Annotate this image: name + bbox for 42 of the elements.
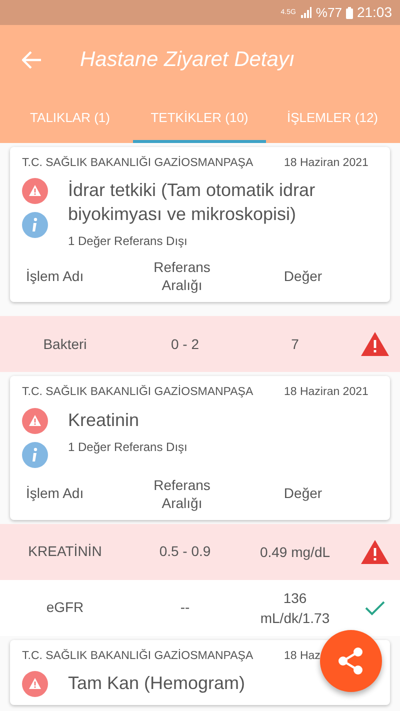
battery-icon <box>346 6 353 18</box>
column-header: Değer <box>282 484 324 503</box>
institution-name: T.C. SAĞLIK BAKANLIĞI GAZİOSMANPAŞA <box>22 384 254 400</box>
tab[interactable]: TALIKLAR (1) <box>0 95 133 143</box>
test-value: 7 <box>290 335 300 354</box>
test-name: İdrar tetkiki (Tam otomatik idrar biyokimyası ve mikroskopisi) <box>68 179 316 226</box>
test-item-name: Bakteri <box>42 334 88 354</box>
column-header: Değer <box>282 266 324 286</box>
warning-icon <box>22 178 48 204</box>
out-of-range-note: 1 Değer Referans Dışı <box>68 438 188 456</box>
share-icon <box>338 647 364 675</box>
signal-icon <box>300 7 312 18</box>
info-icon <box>22 212 48 238</box>
out-of-range-note: 1 Değer Referans Dışı <box>68 233 188 250</box>
institution-name: T.C. SAĞLIK BAKANLIĞI GAZİOSMANPAŞA <box>22 648 254 664</box>
screen-title: Hastane Ziyaret Detayı <box>80 47 295 74</box>
test-name: Tam Kan (Hemogram) <box>68 672 246 695</box>
column-header: Referans Aralığı <box>152 258 212 294</box>
test-value: 136 mL/dk/1.73 <box>259 588 331 628</box>
info-icon <box>22 442 48 468</box>
warning-icon <box>361 540 389 564</box>
test-value: 0.49 mg/dL <box>258 542 332 562</box>
reference-range: -- <box>179 598 191 617</box>
warning-icon <box>22 670 48 697</box>
tab[interactable]: İŞLEMLER (12) <box>266 95 399 143</box>
reference-range: 0 - 2 <box>170 334 200 354</box>
battery-percent: %77 <box>316 4 342 22</box>
test-item-name: KREATİNİN <box>27 542 103 561</box>
reference-range: 0.5 - 0.9 <box>158 542 212 561</box>
result-date: 18 Haziran 2021 <box>284 385 368 400</box>
warning-icon <box>361 332 389 356</box>
column-header: Referans Aralığı <box>152 476 212 512</box>
clock: 21:03 <box>356 3 392 22</box>
column-header: İşlem Adı <box>25 266 85 286</box>
warning-icon <box>22 408 48 434</box>
test-name: Kreatinin <box>68 408 140 432</box>
result-date: 18 Haziran 2021 <box>284 156 368 171</box>
check-icon <box>365 600 385 616</box>
result-date: 18 Haz <box>284 648 320 664</box>
test-item-name: eGFR <box>45 598 85 617</box>
column-header: İşlem Adı <box>25 484 85 503</box>
institution-name: T.C. SAĞLIK BAKANLIĞI GAZİOSMANPAŞA <box>22 155 254 171</box>
